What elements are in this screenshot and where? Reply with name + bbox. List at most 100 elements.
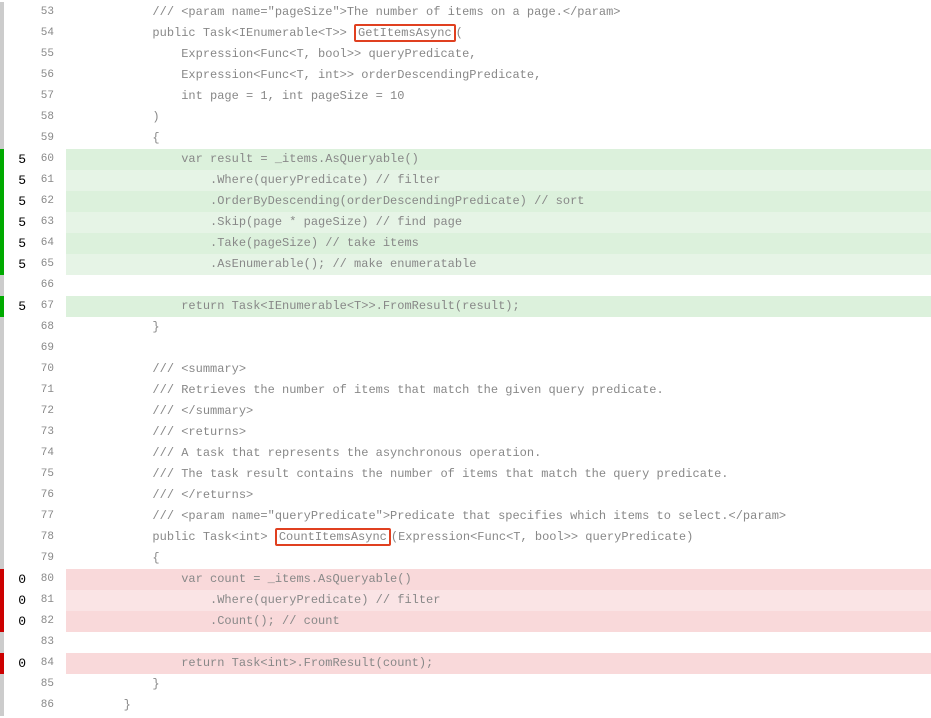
code-cell: /// A task that represents the asynchron… bbox=[66, 443, 931, 464]
code-text: } bbox=[66, 317, 160, 338]
code-line[interactable]: 76 /// </returns> bbox=[0, 485, 931, 506]
code-cell: .Count(); // count bbox=[66, 611, 931, 632]
code-line[interactable]: 563 .Skip(page * pageSize) // find page bbox=[0, 212, 931, 233]
code-cell: Expression<Func<T, bool>> queryPredicate… bbox=[66, 44, 931, 65]
code-line[interactable]: 56 Expression<Func<T, int>> orderDescend… bbox=[0, 65, 931, 86]
code-line[interactable]: 565 .AsEnumerable(); // make enumeratabl… bbox=[0, 254, 931, 275]
line-number: 73 bbox=[34, 422, 66, 443]
code-text: public Task<IEnumerable<T>> GetItemsAsyn… bbox=[66, 23, 463, 44]
code-cell: /// <returns> bbox=[66, 422, 931, 443]
line-number: 64 bbox=[34, 233, 66, 254]
code-text bbox=[66, 632, 152, 653]
code-cell: /// The task result contains the number … bbox=[66, 464, 931, 485]
code-cell: .Where(queryPredicate) // filter bbox=[66, 590, 931, 611]
code-line[interactable]: 567 return Task<IEnumerable<T>>.FromResu… bbox=[0, 296, 931, 317]
line-number: 56 bbox=[34, 65, 66, 86]
code-text: .Where(queryPredicate) // filter bbox=[66, 590, 440, 611]
code-line[interactable]: 562 .OrderByDescending(orderDescendingPr… bbox=[0, 191, 931, 212]
code-cell: .AsEnumerable(); // make enumeratable bbox=[66, 254, 931, 275]
hit-count: 5 bbox=[4, 212, 34, 233]
code-cell: int page = 1, int pageSize = 10 bbox=[66, 86, 931, 107]
code-text: { bbox=[66, 548, 160, 569]
highlighted-symbol[interactable]: GetItemsAsync bbox=[354, 24, 456, 42]
code-line[interactable]: 79 { bbox=[0, 548, 931, 569]
line-number: 82 bbox=[34, 611, 66, 632]
code-line[interactable]: 53 /// <param name="pageSize">The number… bbox=[0, 2, 931, 23]
code-cell: var count = _items.AsQueryable() bbox=[66, 569, 931, 590]
code-text: .Take(pageSize) // take items bbox=[66, 233, 419, 254]
coverage-mark bbox=[0, 422, 4, 443]
coverage-mark bbox=[0, 275, 4, 296]
line-number: 68 bbox=[34, 317, 66, 338]
code-text bbox=[66, 275, 152, 296]
coverage-mark bbox=[0, 506, 4, 527]
code-line[interactable]: 084 return Task<int>.FromResult(count); bbox=[0, 653, 931, 674]
code-line[interactable]: 72 /// </summary> bbox=[0, 401, 931, 422]
code-line[interactable]: 78 public Task<int> CountItemsAsync(Expr… bbox=[0, 527, 931, 548]
hit-count: 5 bbox=[4, 191, 34, 212]
line-number: 86 bbox=[34, 695, 66, 716]
code-cell bbox=[66, 632, 931, 653]
code-cell: /// </summary> bbox=[66, 401, 931, 422]
coverage-mark bbox=[0, 464, 4, 485]
code-line[interactable]: 85 } bbox=[0, 674, 931, 695]
line-number: 60 bbox=[34, 149, 66, 170]
code-cell: public Task<IEnumerable<T>> GetItemsAsyn… bbox=[66, 23, 931, 44]
code-line[interactable]: 71 /// Retrieves the number of items tha… bbox=[0, 380, 931, 401]
line-number: 79 bbox=[34, 548, 66, 569]
coverage-mark bbox=[0, 86, 4, 107]
code-line[interactable]: 86 } bbox=[0, 695, 931, 716]
code-line[interactable]: 57 int page = 1, int pageSize = 10 bbox=[0, 86, 931, 107]
line-number: 57 bbox=[34, 86, 66, 107]
line-number: 62 bbox=[34, 191, 66, 212]
code-text: var count = _items.AsQueryable() bbox=[66, 569, 412, 590]
line-number: 54 bbox=[34, 23, 66, 44]
code-line[interactable]: 560 var result = _items.AsQueryable() bbox=[0, 149, 931, 170]
line-number: 63 bbox=[34, 212, 66, 233]
line-number: 55 bbox=[34, 44, 66, 65]
hit-count: 0 bbox=[4, 590, 34, 611]
line-number: 80 bbox=[34, 569, 66, 590]
line-number: 78 bbox=[34, 527, 66, 548]
code-line[interactable]: 081 .Where(queryPredicate) // filter bbox=[0, 590, 931, 611]
code-text: { bbox=[66, 128, 160, 149]
highlighted-symbol[interactable]: CountItemsAsync bbox=[275, 528, 391, 546]
code-cell: .OrderByDescending(orderDescendingPredic… bbox=[66, 191, 931, 212]
code-text: /// The task result contains the number … bbox=[66, 464, 729, 485]
code-line[interactable]: 55 Expression<Func<T, bool>> queryPredic… bbox=[0, 44, 931, 65]
code-text: .Count(); // count bbox=[66, 611, 340, 632]
code-line[interactable]: 080 var count = _items.AsQueryable() bbox=[0, 569, 931, 590]
code-line[interactable]: 69 bbox=[0, 338, 931, 359]
code-line[interactable]: 54 public Task<IEnumerable<T>> GetItemsA… bbox=[0, 23, 931, 44]
code-line[interactable]: 73 /// <returns> bbox=[0, 422, 931, 443]
code-line[interactable]: 83 bbox=[0, 632, 931, 653]
code-cell: .Where(queryPredicate) // filter bbox=[66, 170, 931, 191]
line-number: 71 bbox=[34, 380, 66, 401]
coverage-mark bbox=[0, 44, 4, 65]
code-line[interactable]: 58 ) bbox=[0, 107, 931, 128]
coverage-mark bbox=[0, 695, 4, 716]
code-cell: .Take(pageSize) // take items bbox=[66, 233, 931, 254]
line-number: 65 bbox=[34, 254, 66, 275]
code-line[interactable]: 66 bbox=[0, 275, 931, 296]
hit-count: 0 bbox=[4, 653, 34, 674]
code-text: /// <param name="queryPredicate">Predica… bbox=[66, 506, 786, 527]
code-line[interactable]: 77 /// <param name="queryPredicate">Pred… bbox=[0, 506, 931, 527]
code-line[interactable]: 564 .Take(pageSize) // take items bbox=[0, 233, 931, 254]
code-cell: } bbox=[66, 674, 931, 695]
code-line[interactable]: 561 .Where(queryPredicate) // filter bbox=[0, 170, 931, 191]
coverage-mark bbox=[0, 2, 4, 23]
code-line[interactable]: 68 } bbox=[0, 317, 931, 338]
code-line[interactable]: 082 .Count(); // count bbox=[0, 611, 931, 632]
hit-count: 5 bbox=[4, 296, 34, 317]
code-line[interactable]: 70 /// <summary> bbox=[0, 359, 931, 380]
coverage-mark bbox=[0, 527, 4, 548]
coverage-mark bbox=[0, 107, 4, 128]
code-line[interactable]: 75 /// The task result contains the numb… bbox=[0, 464, 931, 485]
code-cell: Expression<Func<T, int>> orderDescending… bbox=[66, 65, 931, 86]
code-text: int page = 1, int pageSize = 10 bbox=[66, 86, 404, 107]
line-number: 58 bbox=[34, 107, 66, 128]
code-line[interactable]: 74 /// A task that represents the asynch… bbox=[0, 443, 931, 464]
code-line[interactable]: 59 { bbox=[0, 128, 931, 149]
code-text: var result = _items.AsQueryable() bbox=[66, 149, 419, 170]
